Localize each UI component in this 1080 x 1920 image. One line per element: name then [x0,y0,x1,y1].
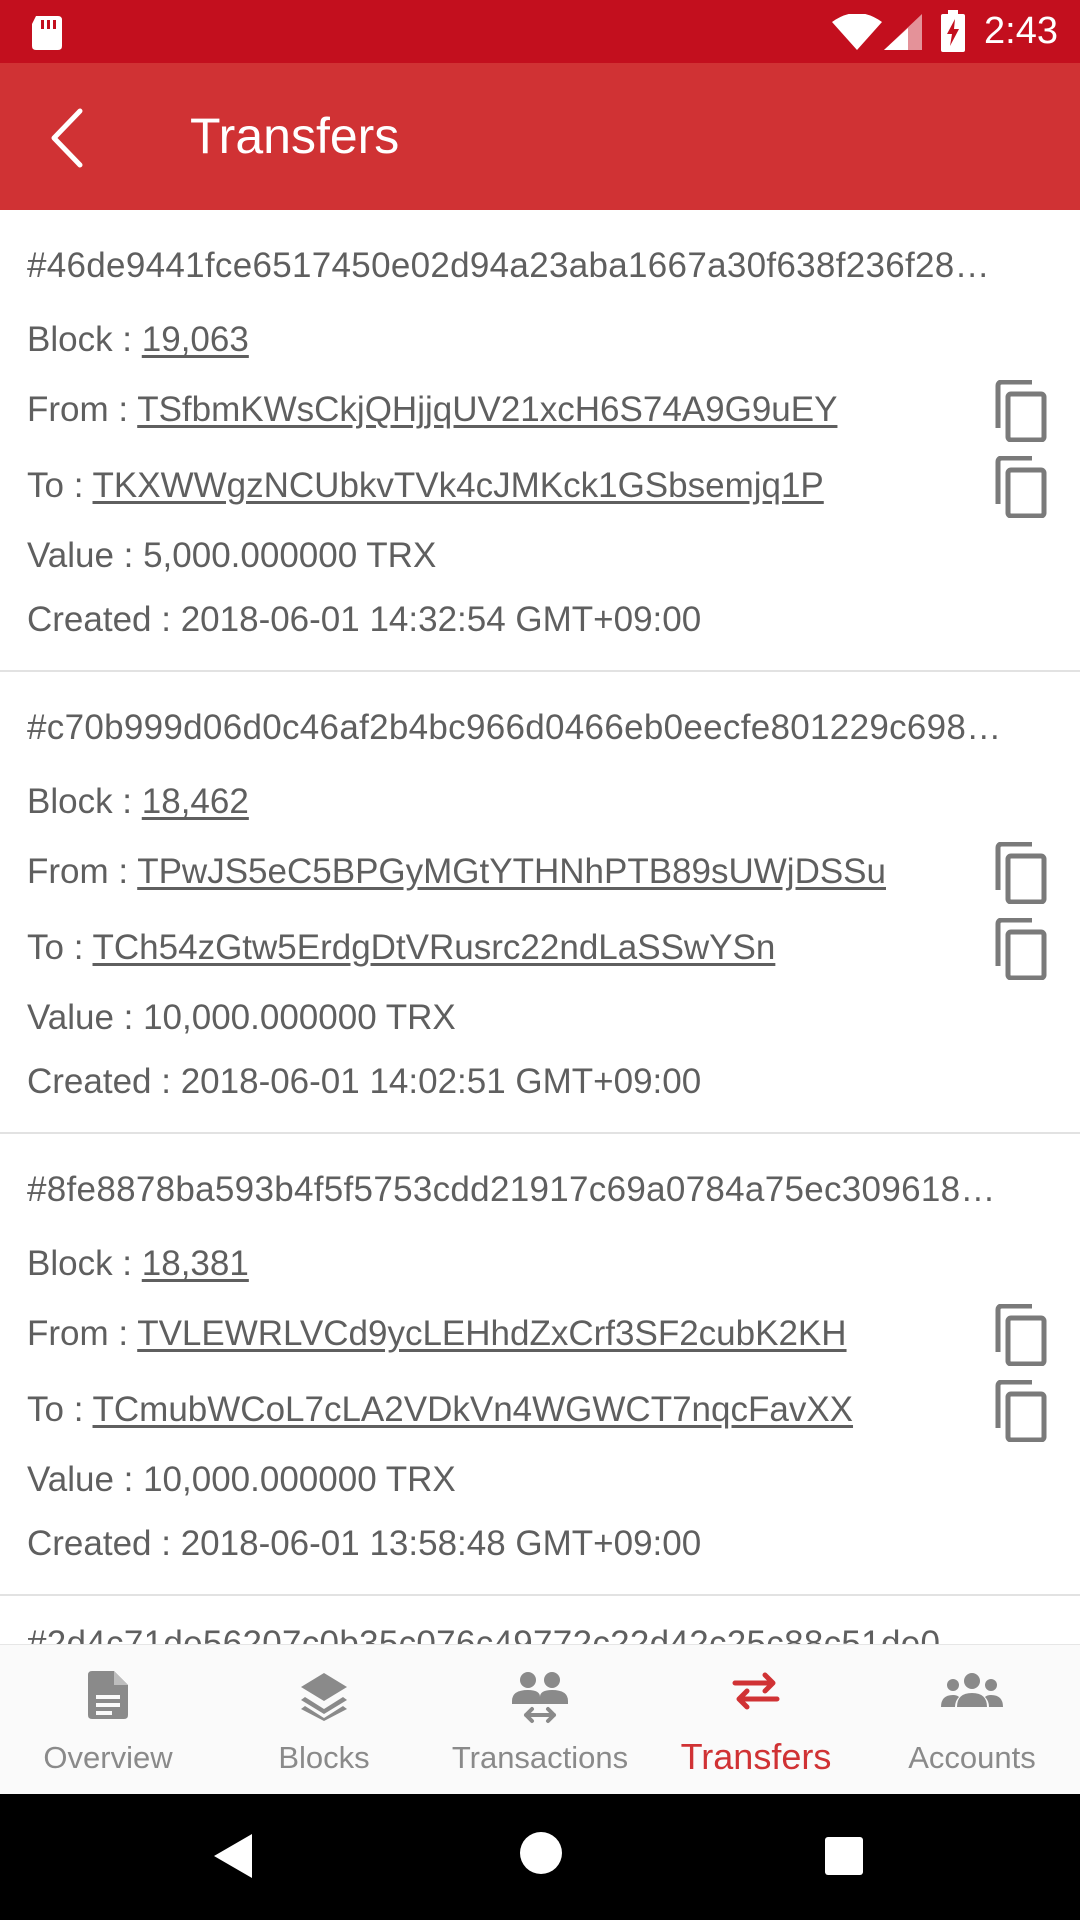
to-row: To : TCh54zGtw5ErdgDtVRusrc22ndLaSSwYSn [27,928,775,968]
created-label: Created : [27,1524,181,1563]
value-row: Value : 10,000.000000 TRX [27,998,456,1038]
transfer-hash[interactable]: #c70b999d06d0c46af2b4bc966d0466eb0eecfe8… [27,708,1047,748]
transfer-card[interactable]: #8fe8878ba593b4f5f5753cdd21917c69a0784a7… [0,1134,1080,1596]
to-address-link[interactable]: TKXWWgzNCUbkvTVk4cJMKck1GSbsemjq1P [93,466,824,505]
value-amount: 10,000.000000 TRX [143,998,456,1037]
value-amount: 10,000.000000 TRX [143,1460,456,1499]
to-label: To : [27,466,93,505]
created-label: Created : [27,600,181,639]
from-address-link[interactable]: TPwJS5eC5BPGyMGtYTHNhPTB89sUWjDSSu [137,852,886,891]
block-link[interactable]: 18,462 [142,782,249,821]
bottom-navigation: Overview Blocks Transactions Transfers A… [0,1644,1080,1795]
app-bar: Transfers [0,63,1080,210]
nav-label: Transactions [451,1740,629,1775]
copy-icon[interactable] [992,456,1048,518]
created-timestamp: 2018-06-01 14:32:54 GMT+09:00 [180,600,702,639]
back-arrow-icon[interactable] [38,103,98,173]
created-row: Created : 2018-06-01 14:02:51 GMT+09:00 [27,1062,701,1102]
copy-icon[interactable] [992,380,1048,442]
group-icon [941,1673,1003,1707]
copy-icon[interactable] [992,1380,1048,1442]
from-address-link[interactable]: TVLEWRLVCd9ycLEHhdZxCrf3SF2cubK2KH [137,1314,846,1353]
from-row: From : TSfbmKWsCkjQHjjqUV21xcH6S74A9G9uE… [27,390,837,430]
layers-icon [301,1673,347,1721]
system-home-icon[interactable] [518,1830,564,1876]
people-swap-icon [512,1672,568,1723]
nav-label: Blocks [278,1740,370,1775]
value-row: Value : 10,000.000000 TRX [27,1460,456,1500]
nav-item-overview[interactable]: Overview [0,1645,216,1795]
nav-label: Overview [43,1740,173,1775]
block-row: Block : 18,462 [27,782,249,822]
from-label: From : [27,1314,138,1353]
transfer-card[interactable]: #2d4c71de56207c0b35c076c49772c22d42c25c8… [0,1596,1080,1644]
nav-item-accounts[interactable]: Accounts [864,1645,1080,1795]
to-row: To : TCmubWCoL7cLA2VDkVn4WGWCT7nqcFavXX [27,1390,853,1430]
status-bar: 2:43 [0,0,1080,63]
block-row: Block : 18,381 [27,1244,249,1284]
to-label: To : [27,928,93,967]
block-link[interactable]: 19,063 [142,320,249,359]
signal-icon [884,14,922,50]
system-back-icon[interactable] [212,1832,254,1880]
created-timestamp: 2018-06-01 13:58:48 GMT+09:00 [180,1524,702,1563]
block-label: Block : [27,320,142,359]
from-label: From : [27,390,138,429]
wifi-icon [832,14,882,50]
value-label: Value : [27,998,144,1037]
swap-arrows-icon [732,1672,780,1710]
transfer-hash[interactable]: #8fe8878ba593b4f5f5753cdd21917c69a0784a7… [27,1170,1047,1210]
block-label: Block : [27,782,142,821]
created-row: Created : 2018-06-01 13:58:48 GMT+09:00 [27,1524,701,1564]
transfer-card[interactable]: #46de9441fce6517450e02d94a23aba1667a30f6… [0,210,1080,672]
from-address-link[interactable]: TSfbmKWsCkjQHjjqUV21xcH6S74A9G9uEY [137,390,837,429]
from-row: From : TVLEWRLVCd9ycLEHhdZxCrf3SF2cubK2K… [27,1314,847,1354]
created-row: Created : 2018-06-01 14:32:54 GMT+09:00 [27,600,701,640]
transfer-card[interactable]: #c70b999d06d0c46af2b4bc966d0466eb0eecfe8… [0,672,1080,1134]
from-label: From : [27,852,138,891]
created-label: Created : [27,1062,181,1101]
nav-item-transactions[interactable]: Transactions [432,1645,648,1795]
status-time: 2:43 [984,10,1058,52]
to-address-link[interactable]: TCh54zGtw5ErdgDtVRusrc22ndLaSSwYSn [93,928,776,967]
copy-icon[interactable] [992,918,1048,980]
to-address-link[interactable]: TCmubWCoL7cLA2VDkVn4WGWCT7nqcFavXX [93,1390,854,1429]
value-row: Value : 5,000.000000 TRX [27,536,436,576]
block-label: Block : [27,1244,142,1283]
to-row: To : TKXWWgzNCUbkvTVk4cJMKck1GSbsemjq1P [27,466,824,506]
system-recents-icon[interactable] [824,1836,864,1876]
nav-item-blocks[interactable]: Blocks [216,1645,432,1795]
nav-label: Accounts [908,1740,1036,1775]
transfer-hash[interactable]: #2d4c71de56207c0b35c076c49772c22d42c25c8… [27,1624,1047,1644]
to-label: To : [27,1390,93,1429]
transfer-hash[interactable]: #46de9441fce6517450e02d94a23aba1667a30f6… [27,246,1047,286]
nav-label: Transfers [680,1736,832,1777]
copy-icon[interactable] [992,842,1048,904]
value-amount: 5,000.000000 TRX [143,536,437,575]
system-navigation-bar [0,1794,1080,1920]
sd-card-icon [32,16,62,50]
from-row: From : TPwJS5eC5BPGyMGtYTHNhPTB89sUWjDSS… [27,852,886,892]
transfer-list[interactable]: #46de9441fce6517450e02d94a23aba1667a30f6… [0,210,1080,1644]
value-label: Value : [27,1460,144,1499]
copy-icon[interactable] [992,1304,1048,1366]
value-label: Value : [27,536,144,575]
document-icon [88,1671,128,1719]
created-timestamp: 2018-06-01 14:02:51 GMT+09:00 [180,1062,702,1101]
block-link[interactable]: 18,381 [142,1244,249,1283]
battery-charging-icon [941,10,965,52]
page-title: Transfers [190,108,400,164]
nav-item-transfers[interactable]: Transfers [648,1645,864,1795]
block-row: Block : 19,063 [27,320,249,360]
